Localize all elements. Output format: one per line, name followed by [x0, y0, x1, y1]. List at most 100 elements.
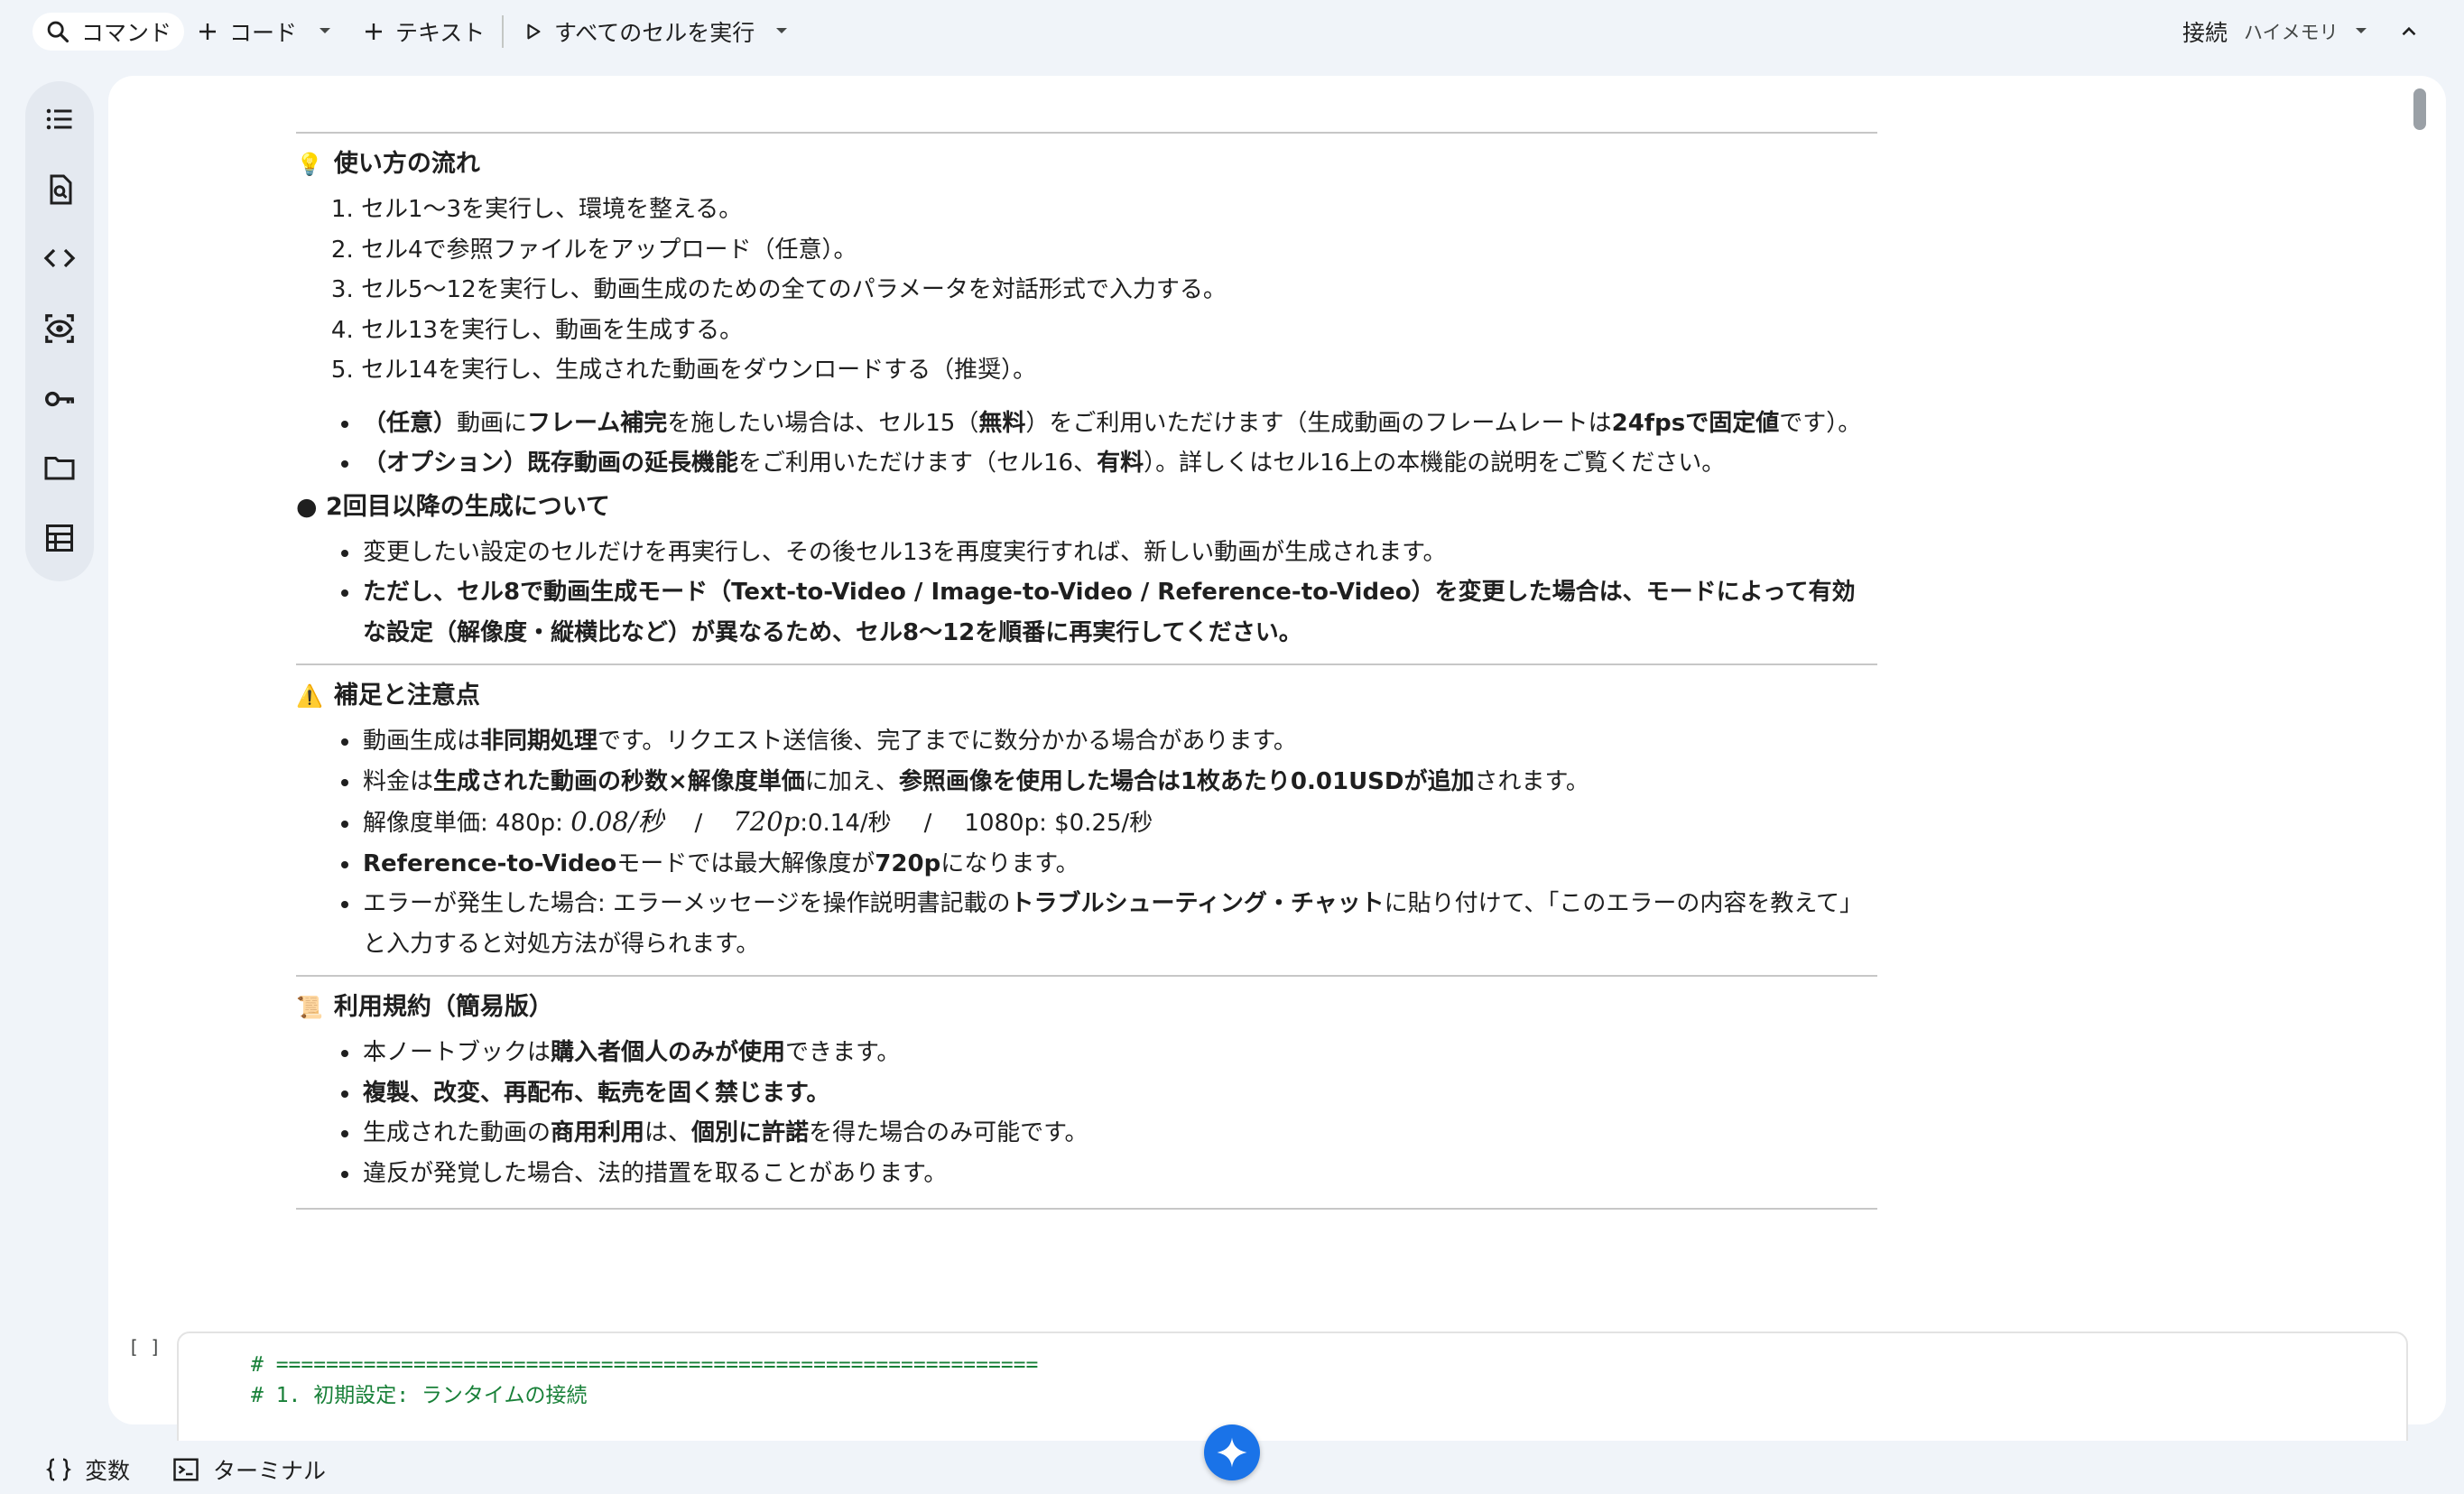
section-divider	[296, 975, 1877, 977]
files-folder-icon[interactable]	[42, 450, 78, 486]
table-of-contents-icon[interactable]	[42, 101, 78, 137]
text: 動画に	[457, 409, 528, 437]
connect-label: 接続	[2182, 20, 2228, 46]
text-bold: ただし、セル8で動画生成モード（Text-to-Video / Image-to…	[363, 579, 1856, 646]
text: できます。	[785, 1039, 901, 1066]
add-text-button[interactable]: テキスト	[356, 13, 492, 51]
regen-bullets: 変更したい設定のセルだけを再実行し、その後セル13を再度実行すれば、新しい動画が…	[296, 533, 1877, 654]
text: 1080p: $0.25/秒	[964, 810, 1153, 837]
chevron-down-icon[interactable]	[771, 20, 792, 42]
usage-steps: セル1〜3を実行し、環境を整える。 セル4で参照ファイルをアップロード（任意）。…	[296, 190, 1877, 391]
text: になります。	[940, 849, 1079, 877]
list-item: セル13を実行し、動画を生成する。	[361, 311, 1877, 351]
notes-section: ⚠️ 補足と注意点 動画生成は非同期処理です。リクエスト送信後、完了までに数分か…	[296, 680, 1877, 964]
add-code-button[interactable]: コード	[190, 13, 304, 51]
list-item: エラーが発生した場合: エラーメッセージを操作説明書記載のトラブルシューティング…	[361, 884, 1877, 964]
terminal-button[interactable]: ターミナル	[171, 1453, 326, 1486]
list-item: ただし、セル8で動画生成モード（Text-to-Video / Image-to…	[361, 572, 1877, 653]
variables-button[interactable]: 変数	[45, 1453, 130, 1486]
text: エラーが発生した場合: エラーメッセージを操作説明書記載の	[363, 890, 1011, 917]
text: 生成された動画の	[363, 1119, 551, 1146]
terminal-icon	[173, 1458, 199, 1481]
terms-bullets: 本ノートブックは購入者個人のみが使用できます。 複製、改変、再配布、転売を固く禁…	[296, 1033, 1877, 1193]
cell-run-button[interactable]: [ ]	[128, 1336, 161, 1358]
text: に加え、	[804, 767, 899, 795]
list-item: 生成された動画の商用利用は、個別に許諾を得た場合のみ可能です。	[361, 1113, 1877, 1154]
text: をご利用いただけます（セル16、	[738, 450, 1098, 477]
text: モードでは最大解像度が	[616, 849, 875, 877]
list-item: 料金は生成された動画の秒数×解像度単価に加え、参照画像を使用した場合は1枚あたり…	[361, 762, 1877, 803]
list-item: 変更したい設定のセルだけを再実行し、その後セル13を再度実行すれば、新しい動画が…	[361, 533, 1877, 573]
sparkle-icon	[1217, 1437, 1247, 1468]
list-item: （オプション）既存動画の延長機能をご利用いただけます（セル16、有料）。詳しくは…	[361, 443, 1877, 484]
terms-section: 📜 利用規約（簡易版） 本ノートブックは購入者個人のみが使用できます。 複製、改…	[296, 991, 1877, 1193]
text-bold: 無料	[978, 409, 1026, 437]
search-icon	[47, 21, 69, 43]
chevron-up-icon[interactable]	[2397, 20, 2421, 43]
list-item: セル14を実行し、生成された動画をダウンロードする（推奨）。	[361, 350, 1877, 391]
code-snippets-icon[interactable]	[42, 240, 78, 276]
terms-heading: 📜 利用規約（簡易版）	[296, 991, 1877, 1024]
runtime-connect-button[interactable]: 接続 ハイメモリ	[2182, 13, 2339, 51]
secrets-key-icon[interactable]	[42, 381, 78, 417]
section-divider	[296, 1208, 1877, 1210]
run-all-button[interactable]: すべてのセルを実行	[516, 13, 762, 51]
list-item: Reference-to-Videoモードでは最大解像度が720pになります。	[361, 844, 1877, 885]
text-bold: （任意）	[363, 409, 458, 437]
text: /	[694, 810, 703, 837]
text: /	[923, 810, 932, 837]
scrollbar-thumb[interactable]	[2413, 88, 2426, 130]
text: です）。	[1779, 409, 1862, 437]
warning-icon: ⚠️	[296, 683, 323, 709]
code-editor[interactable]: # ======================================…	[251, 1350, 1038, 1411]
list-item: セル1〜3を実行し、環境を整える。	[361, 190, 1877, 230]
curly-braces-icon	[45, 1458, 72, 1481]
add-text-label: テキスト	[395, 20, 486, 46]
notebook-sheet: 💡 使い方の流れ セル1〜3を実行し、環境を整える。 セル4で参照ファイルをアッ…	[108, 76, 2446, 1424]
top-toolbar: コマンド コード テキスト すべてのセルを実行 接続 ハイメモリ	[0, 0, 2464, 63]
chevron-down-icon[interactable]	[314, 20, 336, 42]
notes-title: 補足と注意点	[333, 682, 480, 710]
list-item: 本ノートブックは購入者個人のみが使用できます。	[361, 1033, 1877, 1073]
text-bold: Reference-to-Video	[363, 849, 617, 877]
play-icon	[527, 23, 541, 40]
text: です。リクエスト送信後、完了までに数分かかる場合があります。	[597, 728, 1297, 755]
find-icon[interactable]	[42, 172, 78, 208]
text: ）。詳しくはセル16上の本機能の説明をご覧ください。	[1144, 450, 1726, 477]
text: :0.14/秒	[800, 810, 892, 837]
text-bold: 720p	[875, 849, 941, 877]
gemini-assistant-button[interactable]	[1204, 1424, 1260, 1480]
variables-label: 変数	[85, 1458, 131, 1484]
command-palette-button[interactable]: コマンド	[32, 13, 185, 51]
text-bold: 生成された動画の秒数×解像度単価	[433, 767, 805, 795]
list-item: 違反が発覚した場合、法的措置を取ることがあります。	[361, 1154, 1877, 1194]
text: 解像度単価: 480p:	[363, 810, 571, 837]
list-item: 動画生成は非同期処理です。リクエスト送信後、完了までに数分かかる場合があります。	[361, 721, 1877, 762]
chevron-down-icon[interactable]	[2350, 20, 2372, 42]
text: 本ノートブックは	[363, 1039, 551, 1066]
run-all-label: すべてのセルを実行	[554, 20, 755, 46]
variables-inspector-icon[interactable]	[42, 311, 78, 347]
list-item: （任意）動画にフレーム補完を施したい場合は、セル15（無料）をご利用いただけます…	[361, 404, 1877, 444]
text-bold: 参照画像を使用した場合は1枚あたり0.01USDが追加	[898, 767, 1475, 795]
plus-icon	[199, 23, 216, 40]
text: ）をご利用いただけます（生成動画のフレームレートは	[1025, 409, 1612, 437]
text: を得た場合のみ可能です。	[809, 1119, 1088, 1146]
markdown-cell[interactable]: 💡 使い方の流れ セル1〜3を実行し、環境を整える。 セル4で参照ファイルをアッ…	[296, 76, 1877, 1210]
left-side-rail	[25, 81, 94, 581]
text-bold: フレーム補完	[527, 409, 668, 437]
usage-bullets: （任意）動画にフレーム補完を施したい場合は、セル15（無料）をご利用いただけます…	[296, 404, 1877, 484]
usage-heading: 💡 使い方の流れ	[296, 148, 1877, 181]
list-item: セル4で参照ファイルをアップロード（任意）。	[361, 230, 1877, 271]
regen-section: ● 2回目以降の生成について 変更したい設定のセルだけを再実行し、その後セル13…	[296, 491, 1877, 654]
text-bold: （オプション）既存動画の延長機能	[363, 450, 739, 477]
text: を施したい場合は、セル15（	[667, 409, 979, 437]
notes-bullets: 動画生成は非同期処理です。リクエスト送信後、完了までに数分かかる場合があります。…	[296, 721, 1877, 964]
command-label: コマンド	[81, 20, 172, 46]
data-table-icon[interactable]	[42, 520, 78, 556]
plus-icon	[366, 23, 382, 40]
text-bold: 個別に許諾	[691, 1119, 810, 1146]
terminal-label: ターミナル	[213, 1458, 327, 1484]
text: 動画生成は	[363, 728, 481, 755]
terms-title: 利用規約（簡易版）	[333, 993, 553, 1021]
